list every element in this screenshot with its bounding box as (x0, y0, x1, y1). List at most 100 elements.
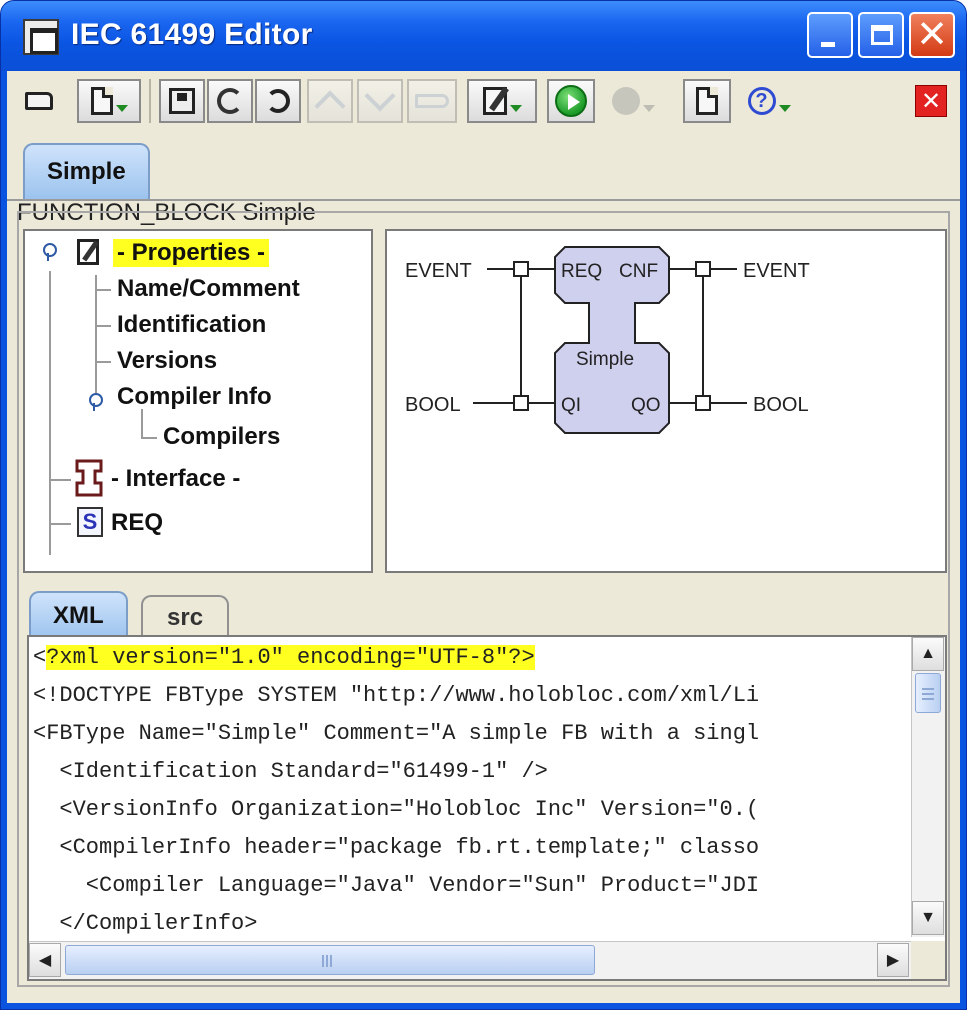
code-line: <FBType Name="Simple" Comment="A simple … (33, 721, 760, 746)
code-line-prefix: < (33, 645, 47, 670)
document-tabs: Simple (7, 129, 960, 201)
tree-connector (49, 271, 51, 555)
horizontal-scrollbar[interactable]: ◀ ▶ (29, 941, 913, 979)
vertical-scroll-thumb[interactable] (915, 673, 941, 713)
connector-square (513, 261, 529, 277)
save-button[interactable] (159, 79, 205, 123)
toolbar-separator (149, 79, 151, 123)
app-icon (23, 19, 59, 55)
tree-item-identification[interactable]: Identification (117, 311, 266, 339)
folder-icon (25, 92, 53, 110)
code-line: <CompilerInfo header="package fb.rt.temp… (33, 835, 760, 860)
connector-square (695, 261, 711, 277)
maximize-icon (871, 25, 893, 45)
event-in-type-label: EVENT (405, 260, 472, 282)
run-button[interactable] (547, 79, 595, 123)
new-document-icon (90, 87, 113, 115)
close-icon: ✕ (916, 14, 948, 56)
function-block-diagram: EVENT EVENT BOOL BOOL REQ CNF Simple QI … (385, 229, 947, 573)
tree-item-properties[interactable]: - Properties - (113, 239, 270, 267)
editor-window: IEC 61499 Editor ✕ ? ✕ Simple FUNCTION_B… (0, 0, 967, 1010)
connector-square (695, 395, 711, 411)
dropdown-arrow-icon (509, 104, 522, 112)
tree-item-versions[interactable]: Versions (117, 347, 217, 375)
toolbar: ? ✕ (7, 71, 960, 129)
code-line: <?xml version="1.0" encoding="UTF-8"?> (33, 641, 535, 675)
tree-item-name-comment[interactable]: Name/Comment (117, 275, 300, 303)
undo-button[interactable] (255, 79, 301, 123)
insert-button[interactable] (407, 79, 457, 123)
title-bar[interactable]: IEC 61499 Editor ✕ (1, 1, 966, 71)
tree-item-req[interactable]: REQ (111, 509, 163, 537)
scroll-left-button[interactable]: ◀ (29, 943, 61, 977)
chevron-down-icon (364, 80, 396, 112)
properties-tree: - Properties - Name/Comment Identificati… (23, 229, 373, 573)
data-in-type-label: BOOL (405, 394, 461, 416)
undo-icon (266, 89, 290, 113)
fb-diagram-canvas: EVENT EVENT BOOL BOOL REQ CNF Simple QI … (405, 246, 810, 434)
tree-item-compiler-info[interactable]: Compiler Info (117, 383, 272, 411)
help-button[interactable]: ? (739, 79, 799, 123)
code-text-area[interactable]: <?xml version="1.0" encoding="UTF-8"?> <… (29, 641, 909, 941)
dropdown-arrow-icon (778, 104, 791, 112)
code-line: <VersionInfo Organization="Holobloc Inc"… (33, 797, 760, 822)
block-name-label: Simple (576, 349, 634, 370)
close-window-button[interactable]: ✕ (909, 12, 955, 58)
move-down-button[interactable] (357, 79, 403, 123)
refresh-icon (217, 88, 243, 114)
move-up-button[interactable] (307, 79, 353, 123)
code-line-highlighted: ?xml version="1.0" encoding="UTF-8"?> (46, 645, 535, 670)
stop-button[interactable] (603, 79, 663, 123)
maximize-button[interactable] (858, 12, 904, 58)
document-icon (696, 87, 718, 115)
code-line: </CompilerInfo> (33, 911, 258, 936)
event-out-type-label: EVENT (743, 260, 810, 282)
play-icon (555, 85, 587, 117)
tab-xml[interactable]: XML (29, 591, 128, 639)
tree-connector (95, 325, 111, 327)
code-line: <!DOCTYPE FBType SYSTEM "http://www.holo… (33, 683, 760, 708)
tree-connector (49, 523, 71, 525)
tree-item-compilers[interactable]: Compilers (163, 423, 280, 451)
expand-toggle-icon[interactable] (85, 393, 103, 411)
close-editor-button[interactable]: ✕ (909, 79, 953, 123)
client-area: ? ✕ Simple FUNCTION_BLOCK Simple - Prope… (7, 71, 960, 1003)
minimize-icon (821, 42, 835, 47)
tree-connector (95, 289, 111, 291)
scroll-right-button[interactable]: ▶ (877, 943, 909, 977)
event-in-port-label: REQ (561, 261, 602, 282)
source-file-icon: S (77, 507, 103, 537)
scroll-down-button[interactable]: ▼ (912, 901, 944, 935)
close-red-icon: ✕ (915, 85, 947, 117)
event-out-port-label: CNF (619, 261, 658, 282)
dropdown-arrow-icon (642, 104, 655, 112)
scroll-up-button[interactable]: ▲ (912, 637, 944, 671)
help-icon: ? (747, 87, 776, 115)
window-title: IEC 61499 Editor (71, 18, 313, 51)
tab-src[interactable]: src (141, 595, 230, 639)
refresh-button[interactable] (207, 79, 253, 123)
minimize-button[interactable] (807, 12, 853, 58)
chevron-up-icon (314, 90, 346, 122)
tree-connector (95, 361, 111, 363)
view-button[interactable] (683, 79, 731, 123)
xml-source-view[interactable]: <?xml version="1.0" encoding="UTF-8"?> <… (27, 635, 947, 981)
expand-toggle-icon[interactable] (39, 243, 57, 261)
open-button[interactable] (17, 79, 61, 123)
new-button[interactable] (77, 79, 141, 123)
tree-connector (141, 409, 143, 437)
stop-icon (611, 87, 640, 115)
horizontal-scroll-thumb[interactable] (65, 945, 595, 975)
vertical-scrollbar[interactable]: ▲ ▼ (911, 637, 945, 937)
properties-icon (77, 239, 99, 265)
tree-item-interface[interactable]: - Interface - (111, 465, 240, 493)
edit-button[interactable] (467, 79, 537, 123)
code-line: <Identification Standard="61499-1" /> (33, 759, 548, 784)
data-out-type-label: BOOL (753, 394, 809, 416)
arrow-right-icon (415, 94, 449, 108)
tab-simple[interactable]: Simple (23, 143, 150, 199)
dropdown-arrow-icon (115, 104, 128, 112)
connector-square (513, 395, 529, 411)
interface-icon (75, 459, 103, 497)
code-line: <Compiler Language="Java" Vendor="Sun" P… (33, 873, 760, 898)
